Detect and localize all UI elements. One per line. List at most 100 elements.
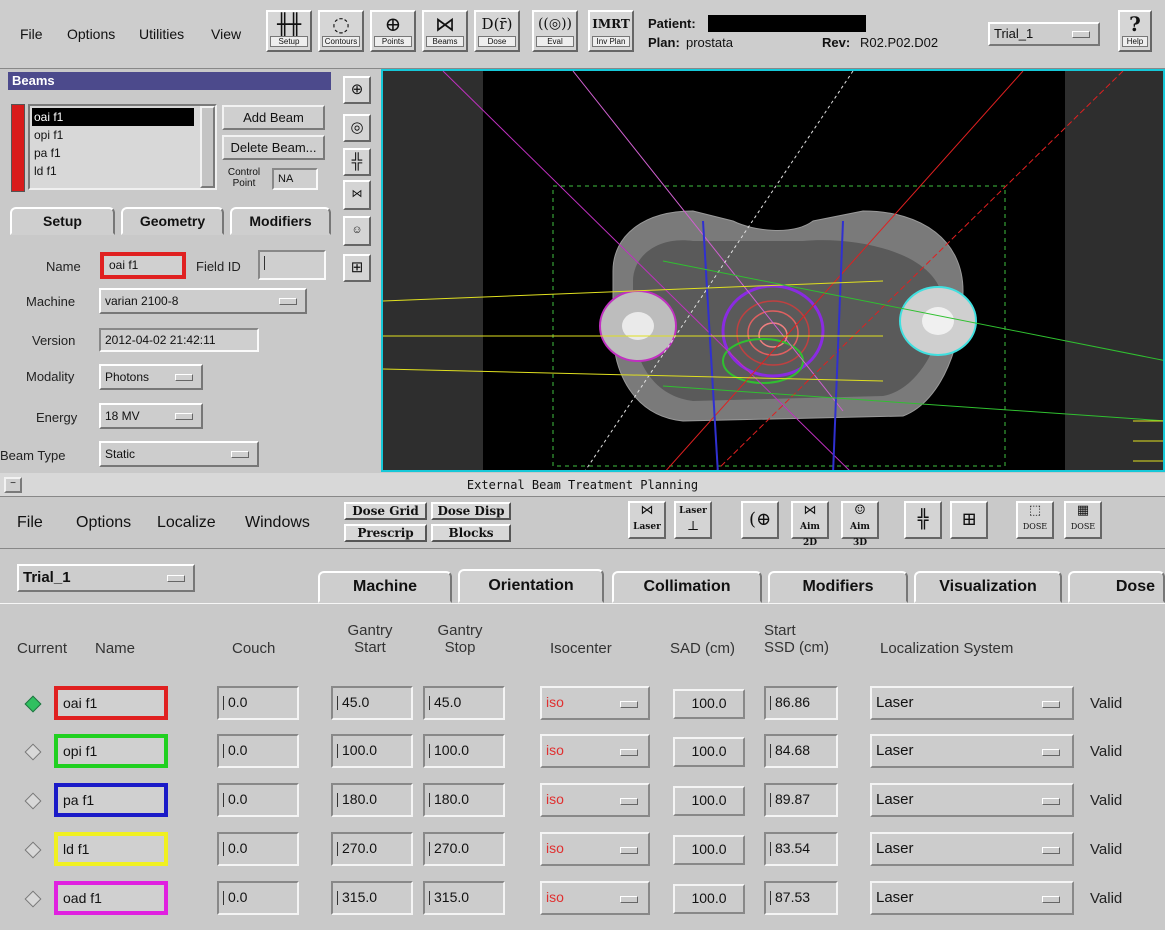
aim2d-icon[interactable]: ⋈ bbox=[343, 180, 371, 210]
row-isocenter-select[interactable]: iso bbox=[540, 734, 650, 768]
laser-icon[interactable]: ⋈ Laser bbox=[628, 501, 666, 539]
beam-list-item[interactable]: opi f1 bbox=[32, 126, 213, 144]
row-gantry-start-field[interactable]: 315.0 bbox=[331, 881, 413, 915]
row-couch-field[interactable]: 0.0 bbox=[217, 783, 299, 817]
blocks-button[interactable]: Blocks bbox=[431, 524, 511, 542]
beam-list-item[interactable]: pa f1 bbox=[32, 144, 213, 162]
tab-machine[interactable]: Machine bbox=[318, 571, 452, 603]
row-gantry-stop-field[interactable]: 100.0 bbox=[423, 734, 505, 768]
points-button[interactable]: ⊕ Points bbox=[370, 10, 416, 52]
row-localization-select[interactable]: Laser bbox=[870, 832, 1074, 866]
aim3d-button-icon[interactable]: ☺ Aim 3D bbox=[841, 501, 879, 548]
row-gantry-stop-field[interactable]: 180.0 bbox=[423, 783, 505, 817]
row-localization-select[interactable]: Laser bbox=[870, 783, 1074, 817]
row-name-field[interactable]: oad f1 bbox=[54, 881, 168, 915]
row-ssd-field[interactable]: 89.87 bbox=[764, 783, 838, 817]
row-isocenter-select[interactable]: iso bbox=[540, 783, 650, 817]
modality-select[interactable]: Photons bbox=[99, 364, 203, 390]
row-gantry-start-field[interactable]: 180.0 bbox=[331, 783, 413, 817]
row-isocenter-value: iso bbox=[546, 791, 564, 807]
tab-dose[interactable]: Dose bbox=[1068, 571, 1165, 603]
row-localization-select[interactable]: Laser bbox=[870, 734, 1074, 768]
tab-modifiers[interactable]: Modifiers bbox=[230, 207, 331, 235]
row-couch-field[interactable]: 0.0 bbox=[217, 734, 299, 768]
dose-grid-button[interactable]: Dose Grid bbox=[344, 502, 427, 520]
row-isocenter-select[interactable]: iso bbox=[540, 832, 650, 866]
eval-button[interactable]: ((◎)) Eval bbox=[532, 10, 578, 52]
row-gantry-start-field[interactable]: 100.0 bbox=[331, 734, 413, 768]
row-gantry-stop-field[interactable]: 45.0 bbox=[423, 686, 505, 720]
aim3d-icon[interactable]: ☺ bbox=[343, 216, 371, 246]
row-localization-select[interactable]: Laser bbox=[870, 881, 1074, 915]
dose-grid-icon[interactable]: ⬚ DOSE bbox=[1016, 501, 1054, 539]
row-couch-field[interactable]: 0.0 bbox=[217, 832, 299, 866]
grid-view-icon[interactable]: ╬ bbox=[904, 501, 942, 539]
beam-type-select[interactable]: Static bbox=[99, 441, 259, 467]
field-id-input[interactable] bbox=[258, 250, 326, 280]
row-couch-field[interactable]: 0.0 bbox=[217, 686, 299, 720]
menu-file[interactable]: File bbox=[20, 26, 43, 42]
row-name-field[interactable]: ld f1 bbox=[54, 832, 168, 866]
tab-modifiers-lower[interactable]: Modifiers bbox=[768, 571, 908, 603]
row-ssd-field[interactable]: 87.53 bbox=[764, 881, 838, 915]
row-gantry-start-field[interactable]: 45.0 bbox=[331, 686, 413, 720]
row-isocenter-select[interactable]: iso bbox=[540, 686, 650, 720]
row-ssd-field[interactable]: 86.86 bbox=[764, 686, 838, 720]
target-view-icon[interactable]: ⊞ bbox=[950, 501, 988, 539]
control-point-field[interactable]: NA bbox=[272, 168, 318, 190]
trial-select[interactable]: Trial_1 bbox=[17, 564, 195, 592]
dose-export-icon[interactable]: ▦ DOSE bbox=[1064, 501, 1102, 539]
beam-list[interactable]: oai f1 opi f1 pa f1 ld f1 bbox=[28, 104, 217, 190]
menu-options[interactable]: Options bbox=[67, 26, 115, 42]
invplan-button[interactable]: IMRT Inv Plan bbox=[588, 10, 634, 52]
help-button[interactable]: ? Help bbox=[1118, 10, 1152, 52]
target-icon[interactable]: ⊞ bbox=[343, 254, 371, 282]
prescrip-button[interactable]: Prescrip bbox=[344, 524, 427, 542]
grid-icon[interactable]: ╬ bbox=[343, 148, 371, 176]
trial-select-top[interactable]: Trial_1 bbox=[988, 22, 1100, 46]
row-name-field[interactable]: pa f1 bbox=[54, 783, 168, 817]
contours-icon: ◌ bbox=[332, 12, 350, 36]
lower-menu-options[interactable]: Options bbox=[76, 514, 131, 532]
contours-button[interactable]: ◌ Contours bbox=[318, 10, 364, 52]
tab-geometry[interactable]: Geometry bbox=[121, 207, 224, 235]
tab-visualization[interactable]: Visualization bbox=[914, 571, 1062, 603]
aim2d-button-icon[interactable]: ⋈ Aim 2D bbox=[791, 501, 829, 548]
row-gantry-stop-field[interactable]: 315.0 bbox=[423, 881, 505, 915]
beam-list-item[interactable]: ld f1 bbox=[32, 162, 213, 180]
energy-select[interactable]: 18 MV bbox=[99, 403, 203, 429]
ct-image-viewport[interactable] bbox=[381, 69, 1165, 472]
tab-collimation[interactable]: Collimation bbox=[612, 571, 762, 603]
row-ssd-field[interactable]: 84.68 bbox=[764, 734, 838, 768]
laser-alt-icon[interactable]: Laser ⊥ bbox=[674, 501, 712, 539]
beam-name-field[interactable]: oai f1 bbox=[100, 252, 186, 279]
beam-list-item[interactable]: oai f1 bbox=[32, 108, 194, 126]
tab-orientation[interactable]: Orientation bbox=[458, 569, 604, 603]
beams-button[interactable]: ⋈ Beams bbox=[422, 10, 468, 52]
row-couch-field[interactable]: 0.0 bbox=[217, 881, 299, 915]
delete-beam-button[interactable]: Delete Beam... bbox=[222, 135, 325, 160]
row-name-field[interactable]: oai f1 bbox=[54, 686, 168, 720]
menu-view[interactable]: View bbox=[211, 26, 241, 42]
row-name-field[interactable]: opi f1 bbox=[54, 734, 168, 768]
lower-menu-windows[interactable]: Windows bbox=[245, 514, 310, 532]
add-beam-button[interactable]: Add Beam bbox=[222, 105, 325, 130]
circle-crosshair-icon[interactable]: (⊕ bbox=[741, 501, 779, 539]
menu-utilities[interactable]: Utilities bbox=[139, 26, 184, 42]
row-gantry-start-field[interactable]: 270.0 bbox=[331, 832, 413, 866]
row-gantry-stop-field[interactable]: 270.0 bbox=[423, 832, 505, 866]
crosshair-icon[interactable]: ⊕ bbox=[343, 76, 371, 104]
dose-button[interactable]: D(r̄) Dose bbox=[474, 10, 520, 52]
machine-select[interactable]: varian 2100-8 bbox=[99, 288, 307, 314]
row-localization-select[interactable]: Laser bbox=[870, 686, 1074, 720]
tab-setup[interactable]: Setup bbox=[10, 207, 115, 235]
row-localization-value: Laser bbox=[876, 840, 914, 857]
lower-menu-localize[interactable]: Localize bbox=[157, 514, 216, 532]
row-isocenter-select[interactable]: iso bbox=[540, 881, 650, 915]
contour-icon[interactable]: ◎ bbox=[343, 114, 371, 142]
dose-disp-button[interactable]: Dose Disp bbox=[431, 502, 511, 520]
lower-menu-file[interactable]: File bbox=[17, 514, 43, 532]
setup-button[interactable]: ╫╫ Setup bbox=[266, 10, 312, 52]
row-ssd-field[interactable]: 83.54 bbox=[764, 832, 838, 866]
beam-list-scrollbar[interactable] bbox=[200, 106, 215, 188]
